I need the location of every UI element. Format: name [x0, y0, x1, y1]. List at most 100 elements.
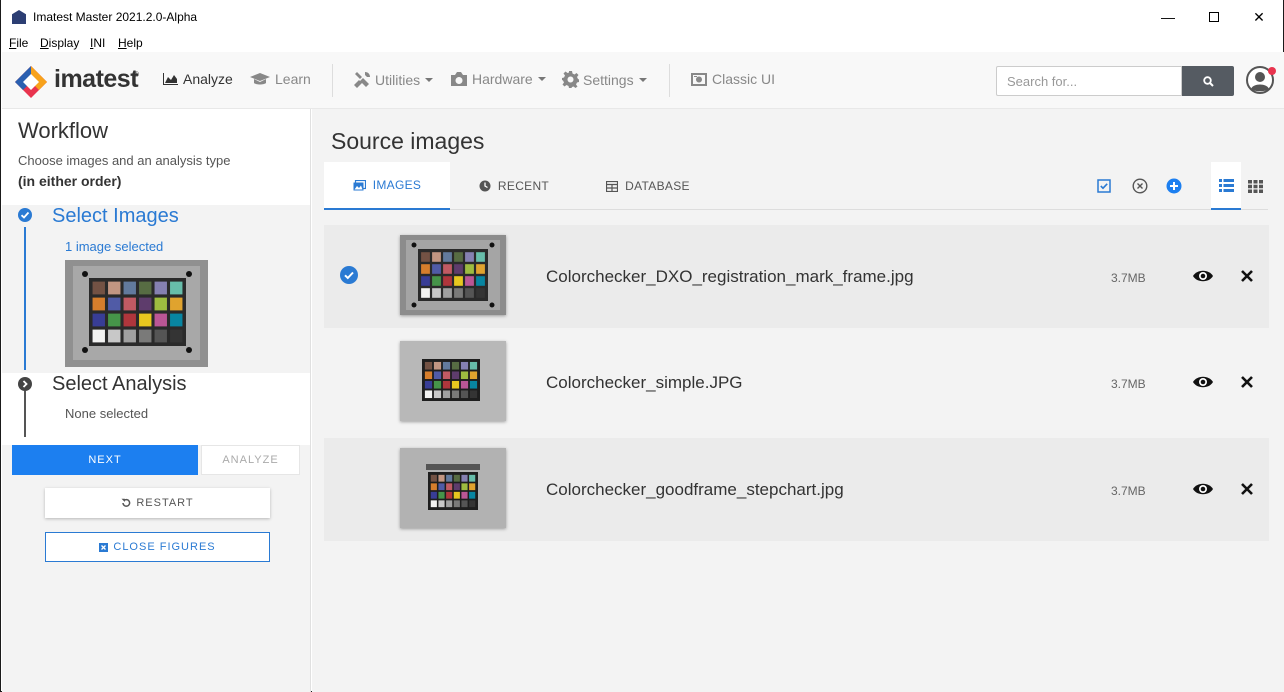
nav-classic-ui[interactable]: Classic UI [690, 71, 775, 87]
nav-settings[interactable]: Settings [562, 71, 647, 88]
close-figures-button[interactable]: CLOSE FIGURES [45, 532, 270, 562]
table-icon [606, 180, 619, 192]
minimize-button[interactable]: — [1148, 6, 1188, 28]
next-button[interactable]: NEXT [12, 445, 198, 475]
search-button[interactable] [1182, 66, 1234, 96]
app-icon [12, 10, 26, 24]
nav-classic-ui-label: Classic UI [712, 71, 776, 87]
menu-help[interactable]: Help [118, 36, 143, 50]
tab-database-label: DATABASE [625, 179, 690, 193]
menu-file-label: ile [16, 36, 29, 50]
restart-label: RESTART [136, 497, 194, 509]
maximize-button[interactable] [1194, 6, 1234, 28]
list-view-toggle[interactable] [1211, 162, 1241, 210]
check-circle-icon[interactable] [340, 266, 358, 284]
workflow-sidebar: Workflow Choose images and an analysis t… [2, 109, 311, 692]
nav-learn-label: Learn [275, 71, 311, 87]
analyze-button[interactable]: ANALYZE [201, 445, 300, 475]
source-tabs: IMAGES RECENT DATABASE [324, 162, 1268, 210]
menu-file[interactable]: File [9, 36, 28, 50]
app-window: Imatest Master 2021.2.0-Alpha — ✕ File D… [0, 0, 1284, 692]
tab-images-label: IMAGES [372, 178, 422, 192]
close-icon[interactable] [1239, 481, 1255, 497]
undo-icon [121, 498, 131, 507]
grid-icon [1247, 179, 1263, 193]
nav-learn[interactable]: Learn [249, 71, 311, 87]
restart-button[interactable]: RESTART [45, 488, 270, 518]
table-row[interactable]: Colorchecker_simple.JPG 3.7MB [324, 331, 1269, 434]
nav-separator [669, 64, 670, 97]
images-icon [353, 179, 366, 190]
search-icon [1202, 75, 1214, 87]
eye-icon[interactable] [1192, 268, 1214, 284]
table-row[interactable]: Colorchecker_DXO_registration_mark_frame… [324, 225, 1269, 328]
file-name: Colorchecker_DXO_registration_mark_frame… [546, 267, 914, 286]
tab-recent-label: RECENT [497, 179, 550, 193]
workflow-title: Workflow [18, 118, 109, 143]
tools-icon [354, 72, 370, 88]
file-name: Colorchecker_goodframe_stepchart.jpg [546, 480, 844, 499]
file-size: 3.7MB [1111, 271, 1146, 285]
area-chart-icon [163, 73, 178, 85]
clock-icon [479, 180, 491, 192]
camera-retro-icon [691, 73, 707, 86]
page-title: Source images [331, 128, 485, 154]
image-thumbnail [400, 235, 506, 315]
table-row[interactable]: Colorchecker_goodframe_stepchart.jpg 3.7… [324, 438, 1269, 541]
clear-selection-icon[interactable] [1132, 178, 1148, 194]
file-size: 3.7MB [1111, 377, 1146, 391]
image-thumbnail [400, 341, 506, 421]
menu-display[interactable]: Display [40, 36, 79, 50]
step2-status: None selected [65, 406, 149, 421]
nav-bar: imatest ® Analyze Learn Utilities Hardwa… [2, 52, 1284, 109]
tab-images[interactable]: IMAGES [324, 162, 450, 210]
nav-settings-label: Settings [583, 71, 634, 88]
logo-text: imatest [54, 65, 139, 93]
step1-progress-line [24, 227, 26, 370]
nav-utilities-label: Utilities [375, 72, 421, 88]
close-icon[interactable] [1239, 374, 1255, 390]
chevron-down-icon [425, 78, 434, 82]
menu-display-mnemonic: D [40, 36, 49, 50]
nav-hardware[interactable]: Hardware [450, 71, 546, 87]
file-name: Colorchecker_simple.JPG [546, 373, 743, 392]
imatest-logo-icon [15, 66, 47, 98]
colorchecker-thumbnail [65, 260, 208, 367]
tab-recent[interactable]: RECENT [464, 162, 564, 210]
chevron-right-circle-icon [18, 377, 32, 391]
step1-status: 1 image selected [65, 239, 164, 254]
maximize-icon [1209, 11, 1219, 22]
search-input[interactable] [996, 66, 1182, 96]
window-title: Imatest Master 2021.2.0-Alpha [33, 10, 198, 24]
close-window-button[interactable]: ✕ [1239, 6, 1279, 28]
nav-analyze-label: Analyze [183, 71, 233, 87]
title-bar: Imatest Master 2021.2.0-Alpha — ✕ [1, 0, 1283, 34]
close-icon[interactable] [1239, 268, 1255, 284]
menu-help-label: elp [126, 36, 143, 50]
workflow-subtitle: Choose images and an analysis type [18, 153, 231, 168]
menu-ini[interactable]: INI [90, 36, 105, 50]
step2-progress-line [24, 391, 26, 437]
nav-utilities[interactable]: Utilities [353, 71, 434, 89]
step2-title[interactable]: Select Analysis [52, 373, 187, 396]
eye-icon[interactable] [1192, 481, 1214, 497]
check-circle-icon [18, 208, 32, 222]
select-all-icon[interactable] [1096, 178, 1112, 194]
selected-image-thumbnail [65, 260, 208, 367]
eye-icon[interactable] [1192, 374, 1214, 390]
file-size: 3.7MB [1111, 484, 1146, 498]
workflow-header: Workflow Choose images and an analysis t… [2, 109, 310, 205]
list-icon [1218, 178, 1234, 192]
camera-icon [451, 72, 467, 86]
nav-separator [332, 64, 333, 97]
tab-database[interactable]: DATABASE [592, 162, 704, 210]
add-image-icon[interactable] [1166, 178, 1182, 194]
menu-display-label: isplay [48, 36, 80, 50]
step1-title[interactable]: Select Images [52, 205, 179, 228]
close-square-icon [99, 542, 109, 552]
graduation-cap-icon [250, 73, 270, 85]
grid-view-toggle[interactable] [1240, 162, 1270, 210]
menu-ini-label: NI [93, 36, 106, 50]
workflow-subtitle-bold: (in either order) [18, 173, 122, 189]
nav-analyze[interactable]: Analyze [162, 71, 233, 87]
